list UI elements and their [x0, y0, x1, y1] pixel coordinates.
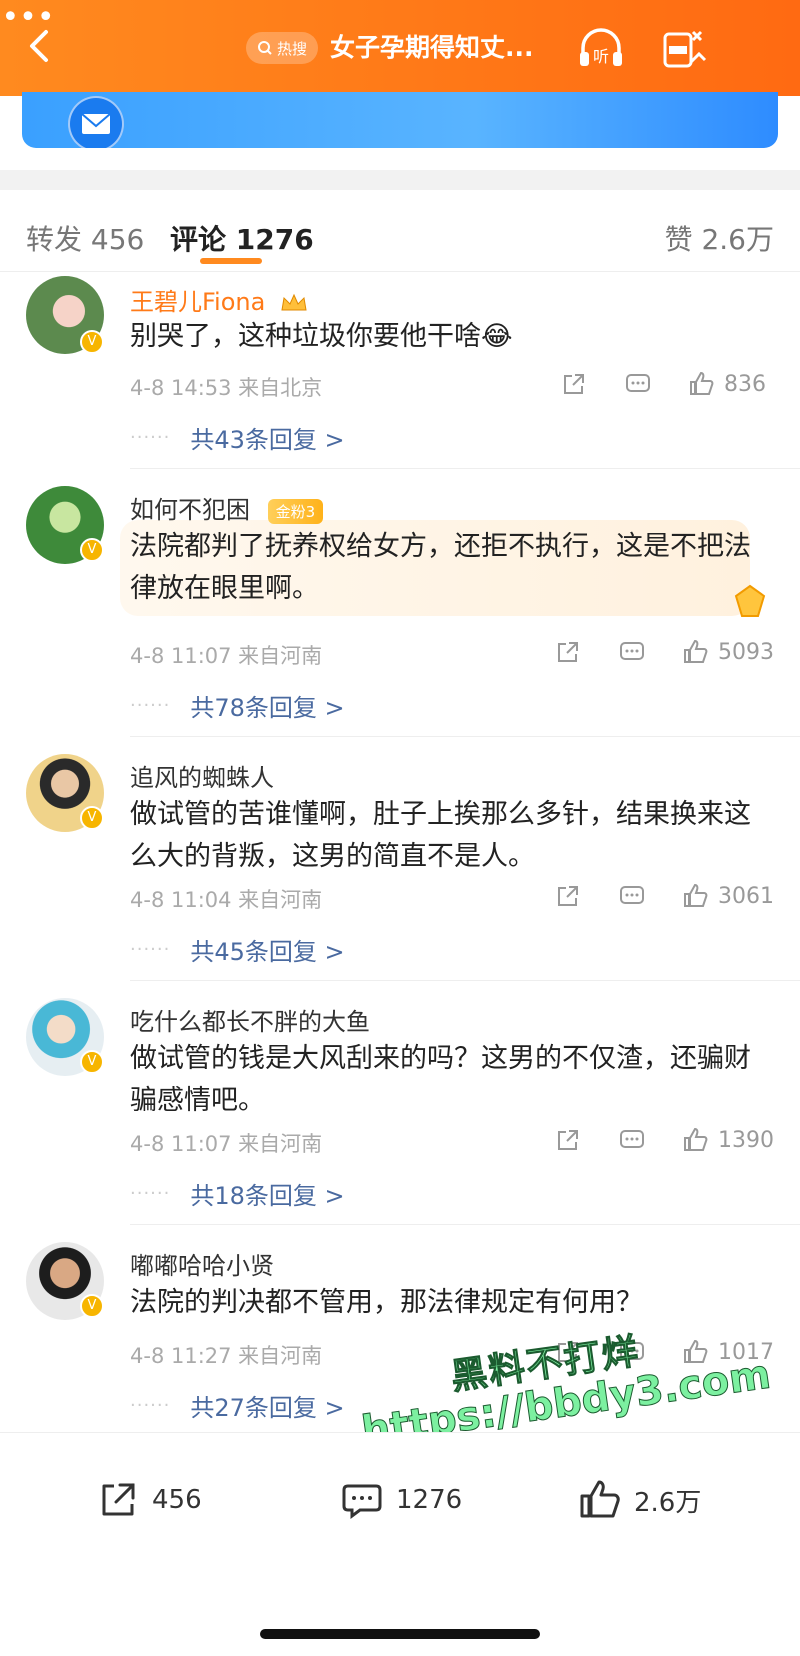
replies-dots-icon: ······ — [130, 1395, 171, 1416]
bottom-like-button[interactable]: 2.6万 — [578, 1478, 701, 1522]
bottom-action-bar: 456 1276 2.6万 — [0, 1432, 800, 1656]
view-replies-link[interactable]: ······ 共18条回复 > — [130, 1176, 345, 1211]
comment-author[interactable]: 追风的蜘蛛人 — [130, 758, 274, 793]
tab-likes[interactable]: 赞 2.6万 — [665, 218, 774, 258]
comment-icon[interactable] — [618, 1126, 646, 1154]
thumbs-up-icon[interactable] — [688, 370, 716, 398]
divider — [130, 468, 800, 469]
comment-text: 做试管的苦谁懂啊，肚子上挨那么多针，结果换来这么大的背叛，这男的简直不是人。 — [130, 799, 751, 872]
promo-banner[interactable] — [22, 92, 778, 148]
hot-search-label: 热搜 — [276, 39, 307, 58]
replies-dots-icon: ······ — [130, 427, 171, 448]
divider — [130, 980, 800, 981]
share-icon[interactable] — [554, 638, 582, 666]
verified-badge-icon: V — [80, 1050, 104, 1074]
view-replies-link[interactable]: ······ 共78条回复 > — [130, 688, 345, 723]
hot-search-pill[interactable]: 热搜 — [246, 32, 318, 64]
gold-fan-badge: 金粉3 — [267, 498, 324, 524]
comment-text: 法院的判决都不管用，那法律规定有何用？ — [130, 1287, 643, 1318]
like-count: 836 — [724, 371, 766, 397]
view-replies-link[interactable]: ······ 共45条回复 > — [130, 932, 345, 967]
gold-gem-icon — [734, 584, 766, 617]
verified-badge-icon: V — [80, 806, 104, 830]
thumbs-up-icon[interactable] — [682, 882, 710, 910]
verified-badge-icon: V — [80, 1294, 104, 1318]
comment-icon — [342, 1484, 382, 1519]
comment-author[interactable]: 王碧儿Fiona — [130, 282, 309, 317]
divider — [130, 736, 800, 737]
view-replies-link[interactable]: ······ 共43条回复 > — [130, 420, 345, 455]
bottom-repost-button[interactable]: 456 — [96, 1478, 202, 1522]
like-count: 3061 — [718, 883, 774, 909]
like-count: 2.6万 — [634, 1487, 702, 1518]
section-separator — [0, 170, 800, 190]
comment-author[interactable]: 嘟嘟哈哈小贤 — [130, 1246, 274, 1281]
repost-count: 456 — [152, 1485, 202, 1515]
thumbs-up-icon[interactable] — [682, 1126, 710, 1154]
weibo-comments-page: 热搜 女子孕期得知丈... 听 ••• 转发 456 评论 1276 赞 2.6… — [0, 0, 800, 1656]
back-arrow-icon[interactable] — [18, 24, 62, 68]
replies-dots-icon: ······ — [130, 695, 171, 716]
comment-meta: 4-8 11:27 来自河南 — [130, 1344, 323, 1368]
comment-actions: 836 — [524, 370, 774, 398]
replies-label: 共45条回复 > — [190, 938, 345, 966]
tab-repost[interactable]: 转发 456 — [26, 218, 144, 258]
comment-text: 别哭了，这种垃圾你要他干啥😂 — [130, 316, 770, 358]
mail-icon — [68, 96, 124, 148]
comment-author[interactable]: 如何不犯困 金粉3 — [130, 490, 324, 525]
comment-author[interactable]: 吃什么都长不胖的大鱼 — [130, 1002, 370, 1037]
comment-meta: 4-8 14:53 来自北京 — [130, 376, 323, 400]
comment-count: 1276 — [396, 1485, 463, 1515]
top-bar: 热搜 女子孕期得知丈... 听 ••• — [0, 0, 800, 96]
bottom-comment-button[interactable]: 1276 — [340, 1478, 462, 1522]
comment-icon[interactable] — [618, 882, 646, 910]
share-icon[interactable] — [554, 882, 582, 910]
comment-actions: 1390 — [518, 1126, 774, 1154]
home-indicator[interactable] — [260, 1629, 540, 1639]
active-tab-indicator — [200, 258, 262, 264]
replies-label: 共43条回复 > — [190, 426, 345, 454]
thumbs-up-icon[interactable] — [682, 638, 710, 666]
comment-icon[interactable] — [624, 370, 652, 398]
listen-headphones-icon[interactable]: 听 — [575, 22, 627, 74]
comment-text: 法院都判了抚养权给女方，还拒不执行，这是不把法律放在眼里啊。 — [130, 531, 751, 604]
comment-icon[interactable] — [618, 638, 646, 666]
comment-text: 做试管的钱是大风刮来的吗？这男的不仅渣，还骗财骗感情吧。 — [130, 1043, 751, 1116]
page-title: 女子孕期得知丈... — [330, 33, 534, 62]
comment-meta: 4-8 11:07 来自河南 — [130, 644, 323, 668]
vip-crown-icon — [281, 293, 307, 311]
author-name: 如何不犯困 — [130, 496, 250, 524]
share-icon[interactable] — [554, 1126, 582, 1154]
replies-dots-icon: ······ — [130, 1183, 171, 1204]
view-replies-link[interactable]: ······ 共27条回复 > — [130, 1388, 345, 1423]
laugh-cry-emoji-icon: 😂 — [481, 321, 513, 352]
listen-label: 听 — [593, 47, 609, 66]
replies-label: 共18条回复 > — [190, 1182, 345, 1210]
share-icon — [102, 1483, 135, 1516]
comment-meta: 4-8 11:07 来自河南 — [130, 1132, 323, 1156]
verified-badge-icon: V — [80, 330, 104, 354]
like-count: 1390 — [718, 1127, 774, 1153]
comment-meta: 4-8 11:04 来自河南 — [130, 888, 323, 912]
author-name: 王碧儿Fiona — [130, 288, 266, 316]
thumbs-up-icon — [580, 1480, 620, 1518]
interaction-tabs: 转发 456 评论 1276 赞 2.6万 — [0, 190, 800, 272]
replies-dots-icon: ······ — [130, 939, 171, 960]
verified-badge-icon: V — [80, 538, 104, 562]
task-gift-icon[interactable] — [657, 22, 709, 74]
comment-actions: 3061 — [518, 882, 774, 910]
replies-label: 共27条回复 > — [190, 1394, 345, 1422]
comment-actions: 5093 — [518, 638, 774, 666]
share-icon[interactable] — [560, 370, 588, 398]
divider — [130, 1224, 800, 1225]
like-count: 5093 — [718, 639, 774, 665]
comment-text-content: 别哭了，这种垃圾你要他干啥 — [130, 321, 481, 352]
search-icon — [257, 41, 272, 55]
replies-label: 共78条回复 > — [190, 694, 345, 722]
